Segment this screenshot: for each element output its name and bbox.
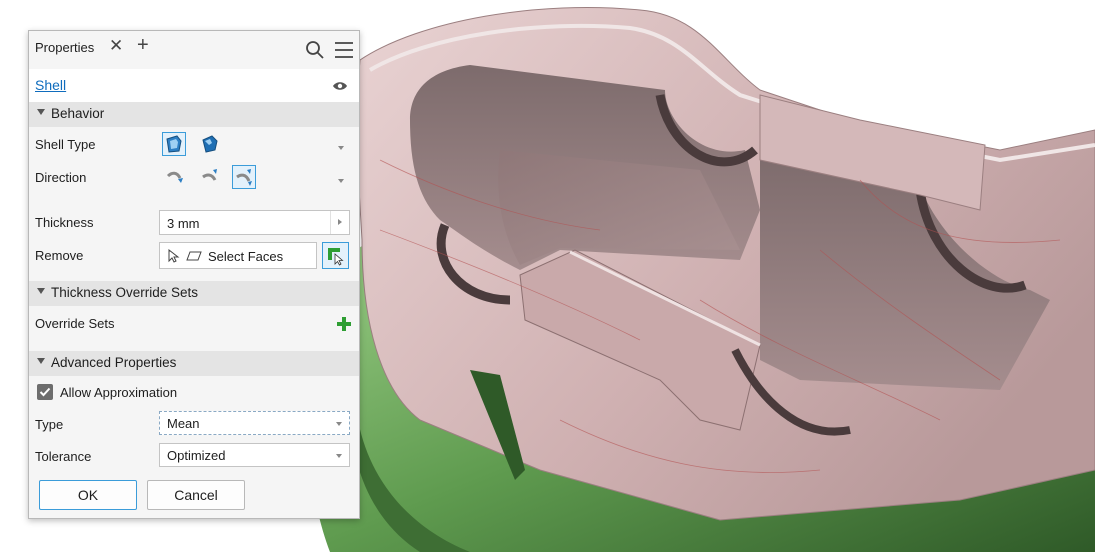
row-shell-type: Shell Type — [29, 128, 359, 161]
direction-icon — [166, 171, 183, 183]
section-behavior-label: Behavior — [51, 106, 105, 121]
face-icon — [186, 251, 202, 261]
chevron-right-icon — [338, 219, 342, 225]
shell-type-outside-button[interactable] — [198, 132, 222, 156]
select-faces-button[interactable] — [322, 242, 349, 269]
ok-button[interactable]: OK — [39, 480, 137, 510]
search-icon[interactable] — [305, 40, 325, 60]
row-tolerance: Tolerance Optimized — [29, 440, 359, 473]
checkbox-icon — [39, 387, 51, 397]
thickness-label: Thickness — [35, 215, 94, 230]
direction-both-button[interactable] — [232, 165, 256, 189]
shell-type-icon — [166, 135, 182, 153]
allow-approximation-checkbox[interactable] — [37, 384, 53, 400]
row-direction: Direction — [29, 161, 359, 194]
select-cursor-icon — [168, 249, 180, 263]
eye-icon[interactable] — [332, 81, 348, 91]
row-remove: Remove Select Faces — [29, 239, 359, 272]
row-allow-approximation: Allow Approximation — [29, 376, 359, 408]
remove-faces-selector[interactable]: Select Faces — [159, 242, 317, 269]
tolerance-label: Tolerance — [35, 449, 92, 464]
tab-properties[interactable]: Properties — [35, 40, 94, 55]
caret-down-icon — [37, 288, 45, 294]
row-override-sets: Override Sets — [29, 307, 359, 340]
chevron-down-icon — [336, 422, 342, 426]
feature-header: Shell — [29, 69, 359, 102]
properties-panel: Properties ✕ + Shell Behavior Shell Type — [28, 30, 360, 519]
shell-type-inside-button[interactable] — [162, 132, 186, 156]
close-icon[interactable]: ✕ — [109, 36, 123, 56]
row-type: Type Mean — [29, 408, 359, 441]
section-thickness-override[interactable]: Thickness Override Sets — [29, 281, 359, 306]
type-label: Type — [35, 417, 64, 432]
type-value: Mean — [167, 416, 200, 431]
chevron-down-icon — [336, 454, 342, 458]
shell-type-dropdown-arrow[interactable] — [338, 146, 344, 150]
section-advanced-label: Advanced Properties — [51, 355, 177, 370]
shell-type-outside-icon — [202, 135, 218, 153]
direction-outside-button[interactable] — [198, 165, 222, 189]
thickness-value: 3 mm — [167, 216, 200, 231]
row-thickness: Thickness 3 mm — [29, 206, 359, 239]
panel-titlebar: Properties ✕ + — [29, 31, 359, 69]
remove-label: Remove — [35, 248, 84, 263]
caret-down-icon — [37, 109, 45, 115]
select-faces-icon — [328, 248, 344, 266]
caret-down-icon — [37, 358, 45, 364]
thickness-input[interactable]: 3 mm — [159, 210, 350, 235]
remove-value: Select Faces — [208, 249, 284, 264]
direction-inside-button[interactable] — [162, 165, 186, 189]
override-sets-label: Override Sets — [35, 316, 115, 331]
direction-label: Direction — [35, 170, 87, 185]
shell-type-label: Shell Type — [35, 137, 96, 152]
add-tab-icon[interactable]: + — [137, 34, 149, 57]
cancel-button[interactable]: Cancel — [147, 480, 245, 510]
direction-dropdown-arrow[interactable] — [338, 179, 344, 183]
direction-outside-icon — [202, 169, 217, 181]
menu-icon[interactable] — [334, 41, 354, 59]
feature-name-link[interactable]: Shell — [35, 77, 66, 93]
type-select[interactable]: Mean — [159, 411, 350, 435]
tolerance-value: Optimized — [167, 448, 226, 463]
thickness-flyout[interactable] — [330, 211, 349, 234]
section-advanced[interactable]: Advanced Properties — [29, 351, 359, 376]
section-behavior[interactable]: Behavior — [29, 102, 359, 127]
direction-both-icon — [236, 169, 252, 186]
section-thickness-override-label: Thickness Override Sets — [51, 285, 199, 300]
tolerance-select[interactable]: Optimized — [159, 443, 350, 467]
allow-approximation-label: Allow Approximation — [60, 385, 178, 400]
add-icon[interactable] — [337, 317, 351, 331]
